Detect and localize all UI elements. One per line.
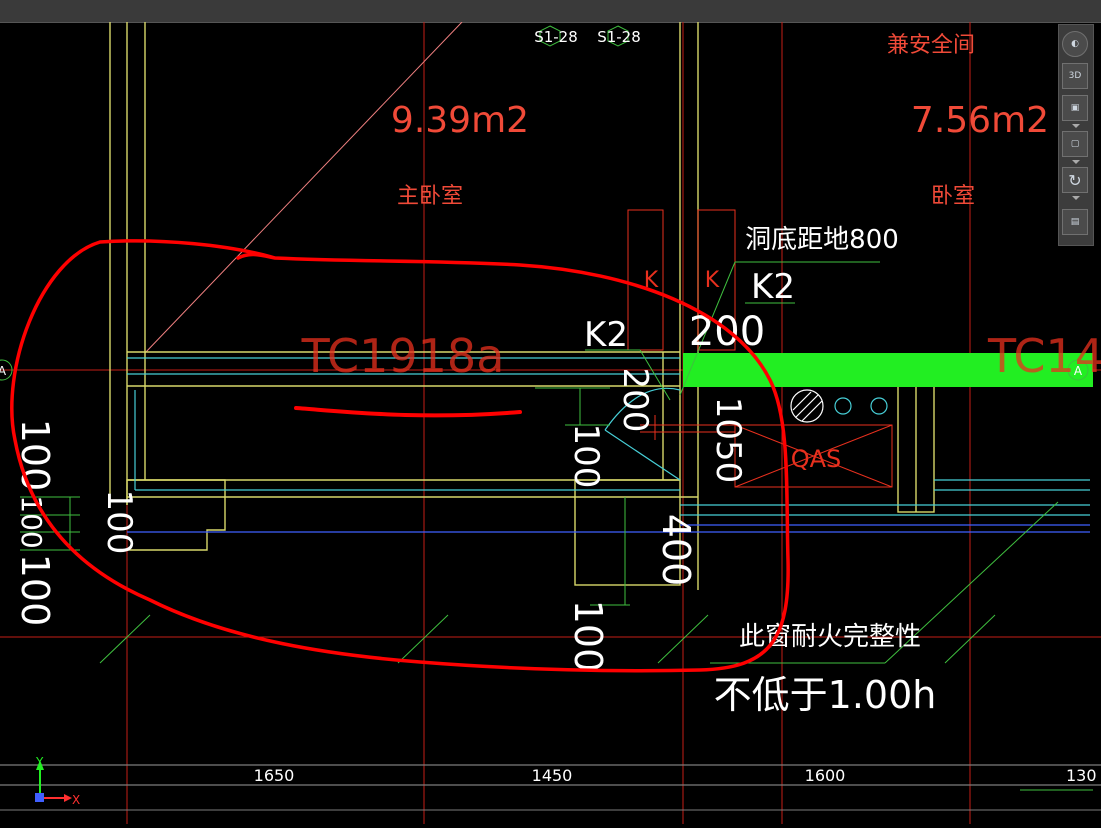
dimension-100-mid: 100 — [99, 490, 139, 555]
window-label-tc14: TC14 — [987, 329, 1101, 383]
view-box-icon[interactable]: ▢ — [1062, 131, 1088, 157]
room-area-bedroom: 7.56m2 — [911, 100, 1049, 141]
fire-rating-note-line2: 不低于1.00h — [714, 673, 937, 717]
dimension-200-top: 200 — [689, 309, 765, 355]
k2-label-left: K2 — [584, 315, 628, 355]
cad-drawing-canvas[interactable]: A A S1-28 S1-28 9.39m2 主卧室 7.56m2 卧室 兼安全… — [0, 21, 1101, 824]
navigation-toolbar: ◐ 3D ▣ ▢ ↻ ▤ — [1058, 24, 1094, 246]
pipe-symbol — [790, 389, 824, 423]
equipment-label: QAS — [791, 445, 842, 473]
top-toolbar-strip — [0, 0, 1101, 23]
dimension-100-left-c: 100 — [15, 495, 48, 548]
properties-grid-icon[interactable]: ▤ — [1062, 209, 1088, 235]
rotate-icon[interactable]: ↻ — [1062, 167, 1088, 193]
dimension-200-vertical: 200 — [615, 368, 655, 433]
cad-drawing-svg[interactable]: A A S1-28 S1-28 9.39m2 主卧室 7.56m2 卧室 兼安全… — [0, 21, 1101, 824]
ruler-value-2: 1450 — [532, 766, 573, 785]
view-cube-icon[interactable]: ▣ — [1062, 95, 1088, 121]
dimension-100-center: 100 — [566, 424, 606, 489]
bottom-ruler: 1650 1450 1600 130 — [0, 764, 1101, 811]
k2-label-right: K2 — [751, 267, 795, 307]
k-label-small-2: K — [705, 268, 720, 293]
window-label-tc1918a: TC1918a — [301, 329, 505, 383]
opening-height-note: 洞底距地800 — [745, 225, 899, 255]
ruler-value-1: 1650 — [254, 766, 295, 785]
ruler-value-4: 130 — [1066, 766, 1097, 785]
ruler-value-3: 1600 — [805, 766, 846, 785]
orbit-globe-icon[interactable]: ◐ — [1062, 31, 1088, 57]
red-annotation-loop — [10, 239, 790, 673]
rotate-dropdown-icon[interactable] — [1072, 196, 1080, 200]
view-cube-dropdown-icon[interactable] — [1072, 124, 1080, 128]
view-3d-button[interactable]: 3D — [1062, 63, 1088, 89]
dimension-1050: 1050 — [708, 397, 748, 484]
room-name-master-bedroom: 主卧室 — [397, 184, 463, 209]
grid-ref-left-label: S1-28 — [534, 28, 578, 46]
red-annotation-underline — [294, 406, 522, 418]
room-name-bedroom: 卧室 — [931, 184, 975, 209]
dimension-100-bottom: 100 — [566, 600, 610, 673]
grid-ref-left: S1-28 — [534, 25, 578, 47]
grid-ref-right-label: S1-28 — [597, 28, 641, 46]
ucs-x-label: X — [72, 793, 80, 807]
room-label-top-right: 兼安全间 — [887, 33, 975, 58]
ucs-icon: Y X — [35, 755, 80, 807]
dimension-100-left-b: 100 — [13, 554, 57, 627]
dimension-400: 400 — [654, 514, 698, 587]
grid-ref-right: S1-28 — [597, 25, 641, 47]
view-box-dropdown-icon[interactable] — [1072, 160, 1080, 164]
axis-bubble-left-label: A — [0, 364, 7, 378]
room-area-master-bedroom: 9.39m2 — [391, 100, 529, 141]
ucs-y-label: Y — [35, 755, 44, 769]
blue-lines — [127, 524, 1090, 533]
